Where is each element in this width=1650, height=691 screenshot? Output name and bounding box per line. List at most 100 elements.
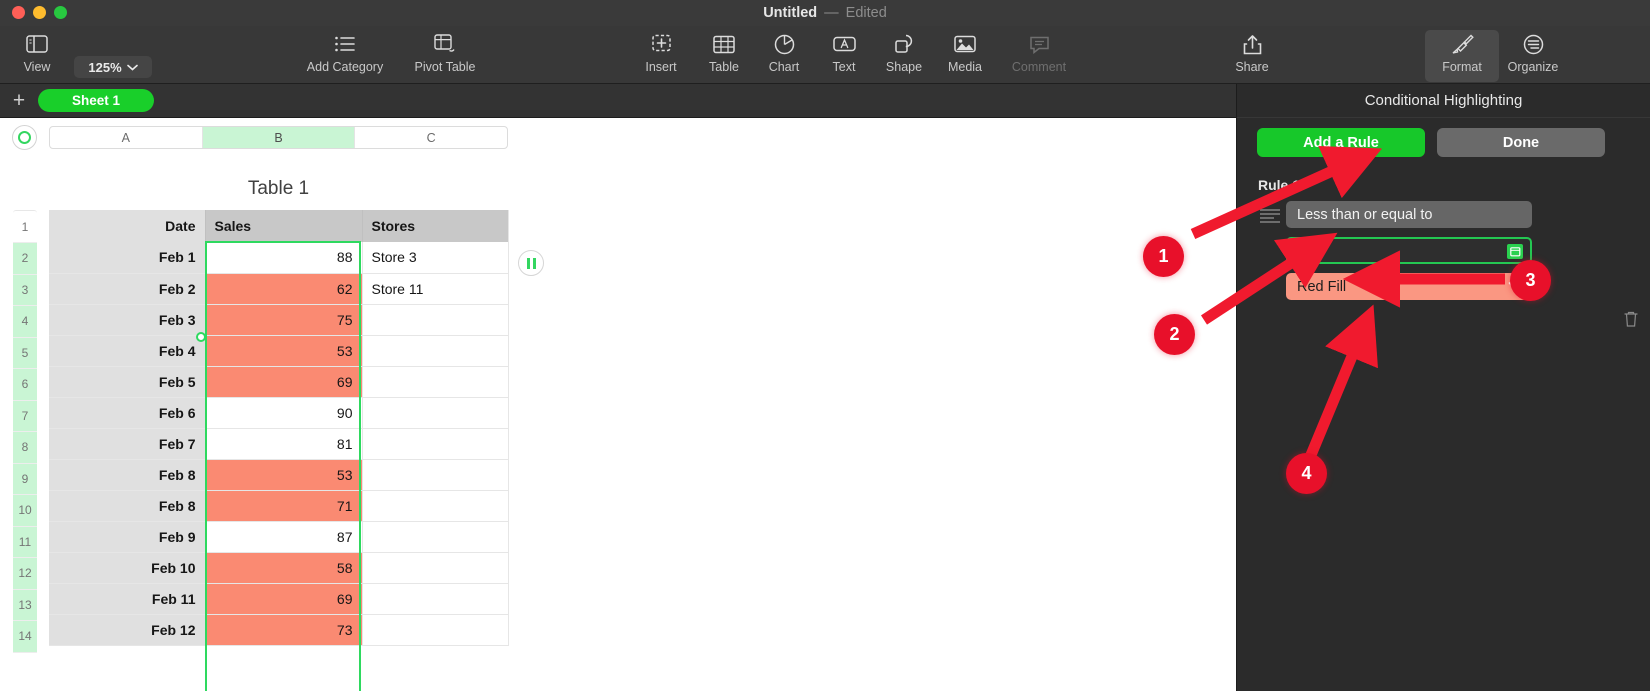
cell-date[interactable]: Feb 8 [49, 490, 206, 522]
cell-date[interactable]: Feb 11 [49, 583, 206, 615]
cell-stores[interactable] [362, 552, 509, 584]
table-row[interactable]: Feb 9 87 [49, 521, 509, 553]
toolbar-button-organize[interactable]: Organize [1496, 30, 1570, 82]
table-row[interactable]: Feb 8 53 [49, 459, 509, 491]
cell-date[interactable]: Feb 9 [49, 521, 206, 553]
cell-sales[interactable]: 81 [205, 428, 363, 460]
column-header-stores[interactable]: Stores [362, 210, 509, 242]
sheet-tab-sheet-1[interactable]: Sheet 1 [38, 89, 155, 112]
table-row[interactable]: Feb 6 90 [49, 397, 509, 429]
cell-sales[interactable]: 73 [205, 614, 363, 646]
cell-stores[interactable] [362, 459, 509, 491]
cell-date[interactable]: Feb 2 [49, 273, 206, 305]
cell-stores[interactable] [362, 583, 509, 615]
done-button[interactable]: Done [1437, 128, 1605, 157]
table-row[interactable]: Feb 11 69 [49, 583, 509, 615]
zoom-dropdown[interactable]: 125% [74, 56, 152, 78]
cell-stores[interactable] [362, 521, 509, 553]
table-row[interactable]: Feb 12 73 [49, 614, 509, 646]
table-row[interactable]: Feb 3 75 [49, 304, 509, 336]
row-number-2[interactable]: 2 [13, 243, 37, 275]
toolbar-button-share[interactable]: Share [1215, 30, 1289, 82]
row-number-4[interactable]: 4 [13, 306, 37, 338]
add-a-rule-button[interactable]: Add a Rule [1257, 128, 1425, 157]
cell-reference-icon[interactable] [1507, 244, 1523, 259]
cell-stores[interactable] [362, 366, 509, 398]
row-number-9[interactable]: 9 [13, 463, 37, 495]
selection-corner-handle[interactable] [196, 332, 206, 342]
column-resize-handle[interactable] [518, 250, 544, 276]
delete-rule-icon[interactable] [1622, 310, 1640, 328]
table-row[interactable]: Feb 10 58 [49, 552, 509, 584]
cell-stores[interactable]: Store 11 [362, 273, 509, 305]
row-number-14[interactable]: 14 [13, 621, 37, 653]
row-number-3[interactable]: 3 [13, 274, 37, 306]
table-row[interactable]: Feb 4 53 [49, 335, 509, 367]
toolbar-button-format[interactable]: Format [1425, 30, 1499, 82]
row-number-13[interactable]: 13 [13, 589, 37, 621]
cell-sales[interactable]: 75 [205, 304, 363, 336]
row-number-gutter[interactable]: 1 2 3 4 5 6 7 8 9 10 11 12 13 14 [13, 210, 37, 653]
row-number-8[interactable]: 8 [13, 432, 37, 464]
column-letters-strip[interactable]: ABC [49, 126, 508, 149]
cell-sales[interactable]: 69 [205, 583, 363, 615]
cell-sales[interactable]: 69 [205, 366, 363, 398]
cell-date[interactable]: Feb 6 [49, 397, 206, 429]
cell-stores[interactable] [362, 428, 509, 460]
row-number-6[interactable]: 6 [13, 369, 37, 401]
cell-stores[interactable] [362, 304, 509, 336]
column-header-sales[interactable]: Sales [205, 210, 363, 242]
column-header-C[interactable]: C [355, 127, 507, 148]
cell-date[interactable]: Feb 1 [49, 242, 206, 274]
cell-stores[interactable] [362, 490, 509, 522]
column-header-B[interactable]: B [202, 127, 356, 148]
toolbar-button-add-category[interactable]: Add Category [307, 30, 383, 82]
column-header-A[interactable]: A [50, 127, 203, 148]
table-row[interactable]: Feb 7 81 [49, 428, 509, 460]
table-row[interactable]: Feb 2 62 Store 11 [49, 273, 509, 305]
cell-date[interactable]: Feb 4 [49, 335, 206, 367]
handle-line-3 [1260, 217, 1274, 219]
cell-sales[interactable]: 58 [205, 552, 363, 584]
cell-date[interactable]: Feb 3 [49, 304, 206, 336]
cell-sales[interactable]: 71 [205, 490, 363, 522]
condition-type-select[interactable]: Less than or equal to [1286, 201, 1532, 228]
cell-date[interactable]: Feb 12 [49, 614, 206, 646]
cell-stores[interactable]: Store 3 [362, 242, 509, 274]
toolbar-button-media[interactable]: Media [928, 30, 1002, 82]
table-title[interactable]: Table 1 [49, 178, 508, 200]
add-sheet-button[interactable]: + [0, 84, 38, 118]
cell-date[interactable]: Feb 10 [49, 552, 206, 584]
cell-date[interactable]: Feb 5 [49, 366, 206, 398]
cell-sales[interactable]: 87 [205, 521, 363, 553]
cell-sales[interactable]: 62 [205, 273, 363, 305]
row-number-5[interactable]: 5 [13, 337, 37, 369]
cell-stores[interactable] [362, 614, 509, 646]
row-number-10[interactable]: 10 [13, 495, 37, 527]
cell-date[interactable]: Feb 7 [49, 428, 206, 460]
cell-stores[interactable] [362, 335, 509, 367]
table-row[interactable]: Feb 5 69 [49, 366, 509, 398]
spreadsheet-canvas[interactable]: ABC Table 1 1 2 3 4 5 6 7 8 9 10 11 12 13 14 Date Sal… [0, 118, 1236, 691]
cell-stores[interactable] [362, 397, 509, 429]
toolbar-button-pivot-table[interactable]: Pivot Table [408, 30, 482, 82]
table-select-handle[interactable] [12, 125, 37, 150]
column-header-date[interactable]: Date [49, 210, 206, 242]
toolbar-button-view[interactable]: View [0, 30, 74, 82]
cell-sales[interactable]: 88 [205, 242, 363, 274]
row-number-1[interactable]: 1 [13, 210, 37, 243]
cell-date[interactable]: Feb 8 [49, 459, 206, 491]
row-number-12[interactable]: 12 [13, 558, 37, 590]
table-row[interactable]: Feb 8 71 [49, 490, 509, 522]
row-number-7[interactable]: 7 [13, 400, 37, 432]
cell-sales[interactable]: 90 [205, 397, 363, 429]
toolbar-button-comment[interactable]: Comment [1002, 30, 1076, 82]
data-table[interactable]: Date Sales Stores Feb 1 88 Store 3 Feb 2 62 S… [49, 210, 509, 646]
row-number-11[interactable]: 11 [13, 526, 37, 558]
cell-sales[interactable]: 53 [205, 459, 363, 491]
rule-drag-handle-icon[interactable] [1260, 209, 1280, 223]
cell-sales[interactable]: 53 [205, 335, 363, 367]
threshold-value-input[interactable]: 75 [1286, 237, 1532, 264]
fill-style-select[interactable]: Red Fill [1286, 273, 1532, 300]
table-row[interactable]: Feb 1 88 Store 3 [49, 242, 509, 274]
